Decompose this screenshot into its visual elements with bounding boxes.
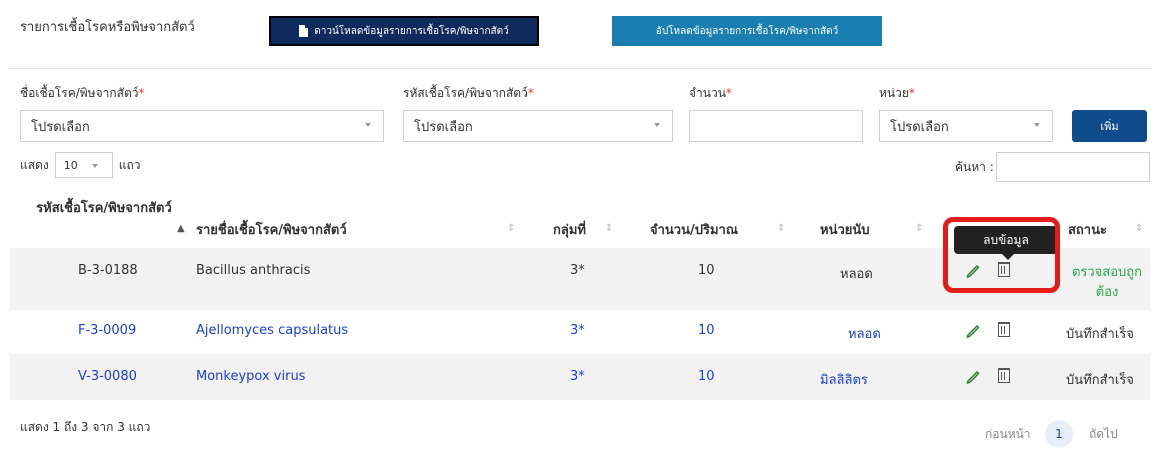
sort-icon[interactable]: ⇕	[1135, 223, 1143, 234]
cell-code: V-3-0080	[78, 369, 137, 384]
amount-label: จำนวน*	[689, 86, 732, 100]
search-label: ค้นหา :	[955, 160, 994, 174]
pathogen-code-label: รหัสเชื้อโรค/พิษจากสัตว์*	[403, 86, 534, 100]
cell-status: บันทึกสำเร็จ	[1066, 373, 1134, 388]
sort-icon[interactable]: ⇕	[915, 223, 923, 234]
sort-icon[interactable]: ⇕	[507, 223, 515, 234]
page-length-value: 10	[63, 158, 78, 172]
cell-unit: หลอด	[840, 267, 873, 282]
pathogen-code-select[interactable]: โปรดเลือก	[403, 110, 673, 142]
cell-unit: หลอด	[848, 327, 881, 342]
sort-icon[interactable]: ⇕	[605, 223, 613, 234]
required-mark: *	[138, 86, 145, 100]
show-label: แสดง	[20, 157, 49, 172]
amount-input[interactable]	[689, 110, 863, 142]
rows-label: แถว	[118, 157, 141, 172]
download-button-label: ดาวน์โหลดข้อมูลรายการเชื้อโรค/พิษจากสัตว…	[314, 25, 509, 37]
cell-group: 3*	[570, 369, 585, 384]
chevron-down-icon	[1034, 123, 1040, 127]
unit-select-value: โปรดเลือก	[890, 119, 949, 135]
column-header-status[interactable]: สถานะ	[1068, 222, 1107, 240]
trash-icon[interactable]	[998, 368, 1010, 383]
column-header-unit[interactable]: หน่วยนับ	[820, 222, 870, 240]
page-number-button[interactable]: 1	[1045, 420, 1073, 448]
pencil-icon[interactable]	[965, 368, 981, 384]
page-title: รายการเชื้อโรคหรือพิษจากสัตว์	[20, 20, 195, 35]
download-button[interactable]: ดาวน์โหลดข้อมูลรายการเชื้อโรค/พิษจากสัตว…	[269, 16, 539, 46]
cell-name: Monkeypox virus	[196, 369, 306, 384]
chevron-down-icon	[91, 164, 98, 168]
sort-icon[interactable]: ⇕	[777, 223, 785, 234]
pathogen-name-select[interactable]: โปรดเลือก	[20, 110, 384, 142]
highlight-box	[943, 217, 1060, 293]
sort-asc-icon[interactable]: ▲	[177, 223, 185, 234]
pencil-icon[interactable]	[965, 322, 981, 338]
cell-status: บันทึกสำเร็จ	[1066, 327, 1134, 342]
cell-amount: 10	[698, 263, 715, 278]
pathogen-name-label: ชื่อเชื้อโรค/พิษจากสัตว์*	[20, 86, 145, 100]
upload-button[interactable]: อัปโหลดข้อมูลรายการเชื้อโรค/พิษจากสัตว์	[612, 16, 882, 46]
cell-status: ตรวจสอบถูกต้อง	[1071, 265, 1143, 300]
required-mark: *	[527, 86, 534, 100]
cell-code: B-3-0188	[78, 263, 138, 278]
cell-name: Bacillus anthracis	[196, 263, 311, 278]
prev-page-link[interactable]: ก่อนหน้า	[985, 425, 1031, 444]
column-header-group[interactable]: กลุ่มที่	[553, 222, 586, 240]
page-length-control: แสดง 10 แถว	[20, 152, 140, 178]
column-header-code[interactable]: รหัสเชื้อโรค/พิษจากสัตว์	[34, 200, 174, 218]
add-button[interactable]: เพิ่ม	[1072, 110, 1147, 142]
trash-icon[interactable]	[998, 322, 1010, 337]
cell-code: F-3-0009	[78, 323, 137, 338]
unit-label: หน่วย*	[879, 86, 915, 100]
pathogen-name-select-value: โปรดเลือก	[31, 119, 90, 135]
page-length-select[interactable]: 10	[54, 152, 113, 178]
required-mark: *	[908, 86, 915, 100]
chevron-down-icon	[654, 123, 660, 127]
pathogen-code-select-value: โปรดเลือก	[414, 119, 473, 135]
document-icon	[299, 25, 309, 37]
divider	[10, 68, 1150, 69]
cell-amount: 10	[698, 323, 715, 338]
column-header-amount[interactable]: จำนวน/ปริมาณ	[650, 222, 738, 240]
cell-group: 3*	[570, 263, 585, 278]
cell-name: Ajellomyces capsulatus	[196, 323, 349, 338]
unit-select[interactable]: โปรดเลือก	[879, 110, 1053, 142]
table-info: แสดง 1 ถึง 3 จาก 3 แถว	[20, 420, 151, 434]
cell-unit: มิลลิลิตร	[820, 373, 868, 388]
chevron-down-icon	[365, 123, 371, 127]
column-header-name[interactable]: รายชื่อเชื้อโรค/พิษจากสัตว์	[196, 222, 347, 240]
next-page-link[interactable]: ถัดไป	[1089, 425, 1118, 444]
search-input[interactable]	[996, 152, 1150, 182]
required-mark: *	[725, 86, 732, 100]
cell-group: 3*	[570, 323, 585, 338]
cell-amount: 10	[698, 369, 715, 384]
